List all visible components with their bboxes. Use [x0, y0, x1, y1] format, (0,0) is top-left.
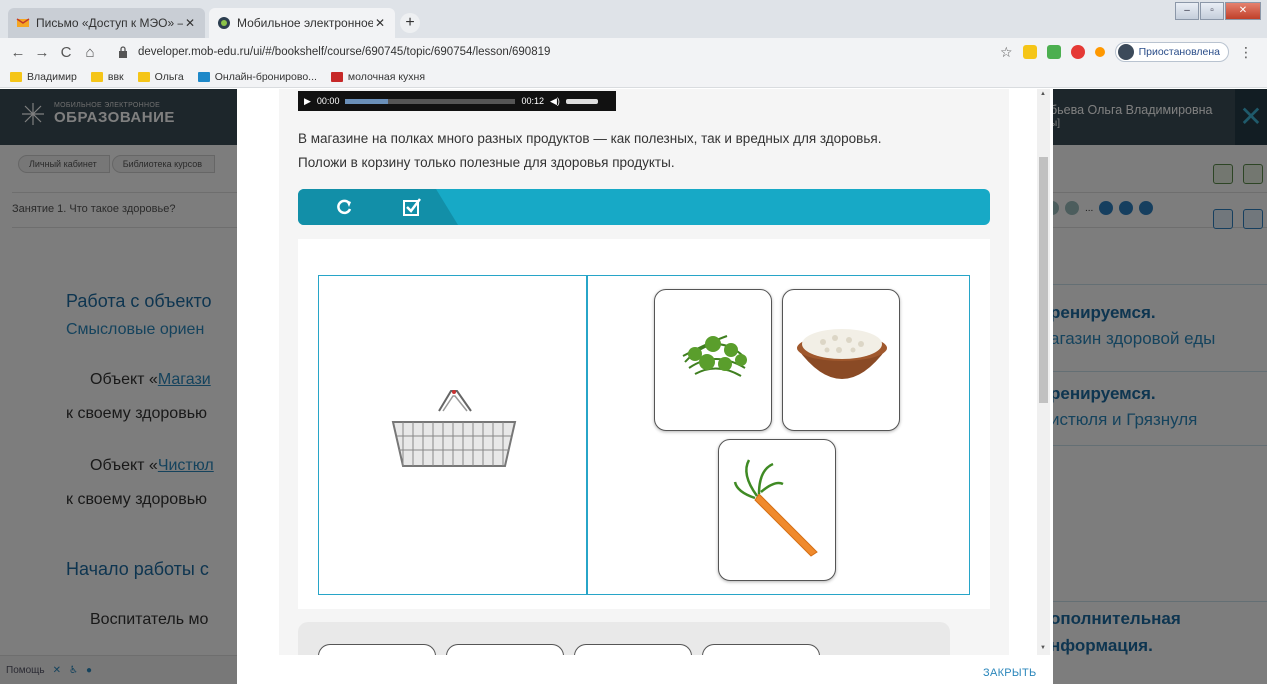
carrot-icon: [733, 459, 818, 557]
reload-icon[interactable]: C: [54, 44, 78, 61]
product-card-carrot[interactable]: [718, 439, 836, 581]
scroll-down-icon[interactable]: ▼: [1040, 645, 1046, 651]
folder-icon: [137, 71, 150, 82]
product-tray: [298, 622, 950, 655]
browser-tab-meo[interactable]: Мобильное электронное обра ✕: [209, 8, 395, 38]
play-icon[interactable]: ▶: [304, 96, 311, 107]
audio-player: ▶ 00:00 00:12 ◀): [298, 91, 616, 111]
forward-icon[interactable]: →: [30, 44, 54, 61]
bookmark-label: Онлайн-бронирово...: [214, 70, 317, 83]
instruction-line: Положи в корзину только полезные для здо…: [298, 155, 675, 170]
window-controls: ‒ ▫ ✕: [1175, 2, 1261, 20]
volume-slider[interactable]: [565, 98, 598, 104]
new-tab-button[interactable]: +: [400, 13, 420, 33]
cottage-cheese-icon: [797, 329, 887, 379]
basket-drop-target[interactable]: [389, 386, 519, 476]
audio-progress: [345, 98, 388, 104]
home-icon[interactable]: ⌂: [78, 44, 102, 61]
bookmark-label: Владимир: [27, 70, 77, 83]
bookmark-label: ввк: [107, 70, 124, 83]
scroll-thumb[interactable]: [1039, 157, 1048, 403]
modal-close-button[interactable]: ЗАКРЫТЬ: [983, 667, 1037, 679]
lock-icon: [119, 46, 127, 58]
volume-icon[interactable]: ◀): [550, 96, 560, 107]
profile-status: Приостановлена: [1138, 46, 1221, 58]
extension-icon[interactable]: [1046, 45, 1061, 59]
site-icon: [330, 71, 343, 82]
window-close-button[interactable]: ✕: [1225, 2, 1261, 20]
modal-scrollbar[interactable]: ▲ ▼: [1037, 89, 1050, 655]
star-icon[interactable]: ☆: [1000, 44, 1013, 61]
address-bar[interactable]: developer.mob-edu.ru/ui/#/bookshelf/cour…: [118, 41, 908, 63]
exercise-instruction: В магазине на полках много разных продук…: [298, 127, 998, 175]
bookmark-label: Ольга: [154, 70, 184, 83]
product-card-cottage-cheese[interactable]: [782, 289, 900, 431]
toolbar-extensions: ☆ Приостановлена ⋮: [1000, 42, 1253, 62]
folder-icon: [10, 71, 22, 82]
bookmark-item[interactable]: Владимир: [10, 71, 77, 83]
bookmark-item[interactable]: Онлайн-бронирово...: [197, 70, 317, 83]
tab-close-icon[interactable]: ✕: [183, 16, 197, 30]
drop-field: [318, 275, 970, 595]
dill-icon: [682, 335, 747, 377]
tray-card[interactable]: [702, 644, 820, 655]
check-icon[interactable]: [402, 197, 422, 217]
instruction-line: В магазине на полках много разных продук…: [298, 131, 882, 146]
bookmark-label: молочная кухня: [347, 70, 426, 83]
bookmark-item[interactable]: Ольга: [137, 70, 184, 83]
exercise-toolbar: [298, 189, 990, 225]
tab-title: Письмо «Доступ к МЭО» — Род: [36, 16, 183, 30]
avatar: [1117, 44, 1134, 60]
tab-close-icon[interactable]: ✕: [373, 16, 387, 30]
minimize-button[interactable]: ‒: [1175, 2, 1199, 20]
audio-seekbar[interactable]: [345, 98, 516, 104]
bookmarks-bar: Владимир ввк Ольга Онлайн-бронирово... м…: [0, 66, 1267, 88]
bookmark-item[interactable]: молочная кухня: [330, 70, 426, 83]
toolbar-accent: [298, 189, 458, 225]
extension-icon[interactable]: [1070, 45, 1085, 59]
maximize-button[interactable]: ▫: [1200, 2, 1224, 20]
browser-tab-mail[interactable]: Письмо «Доступ к МЭО» — Род ✕: [8, 8, 205, 38]
mail-icon: [16, 18, 30, 27]
tab-title: Мобильное электронное обра: [237, 16, 373, 30]
field-divider: [586, 276, 588, 594]
scroll-up-icon[interactable]: ▲: [1040, 91, 1046, 97]
product-card-dill[interactable]: [654, 289, 772, 431]
tray-card[interactable]: [574, 644, 692, 655]
tray-card[interactable]: [446, 644, 564, 655]
audio-total-time: 00:12: [521, 96, 544, 106]
folder-icon: [90, 71, 103, 82]
meo-logo-icon: [218, 17, 230, 29]
tray-card[interactable]: [318, 644, 436, 655]
back-icon[interactable]: ←: [6, 44, 30, 61]
p-site-icon: [197, 71, 210, 82]
extension-icon[interactable]: [1022, 45, 1037, 59]
menu-icon[interactable]: ⋮: [1239, 44, 1253, 61]
key-icon[interactable]: [1094, 47, 1105, 57]
url-text: developer.mob-edu.ru/ui/#/bookshelf/cour…: [138, 46, 551, 58]
audio-current-time: 00:00: [316, 96, 340, 106]
profile-button[interactable]: Приостановлена: [1114, 42, 1230, 62]
bookmark-item[interactable]: ввк: [90, 70, 124, 83]
exercise-modal: ▶ 00:00 00:12 ◀) В магазине на полках мн…: [237, 89, 1053, 684]
browser-toolbar: ← → C ⌂ developer.mob-edu.ru/ui/#/booksh…: [0, 38, 1267, 66]
browser-tabbar: Письмо «Доступ к МЭО» — Род ✕ Мобильное …: [0, 0, 1267, 38]
modal-content: ▶ 00:00 00:12 ◀) В магазине на полках мн…: [279, 89, 1009, 655]
refresh-icon[interactable]: [334, 197, 354, 217]
exercise-board: [298, 239, 990, 609]
